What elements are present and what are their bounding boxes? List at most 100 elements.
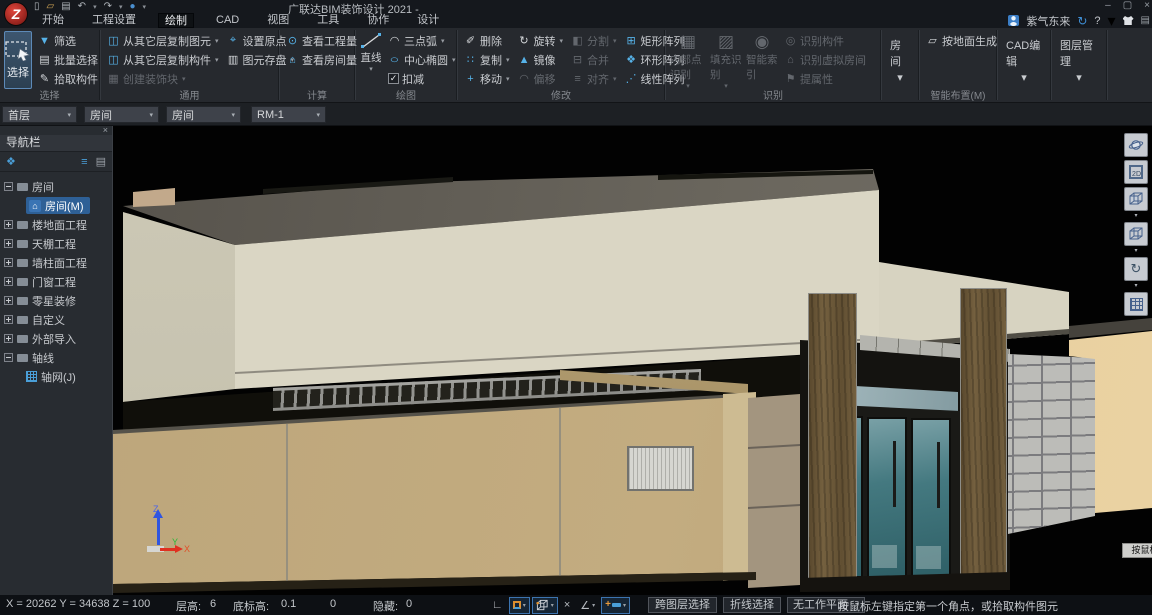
tab-start[interactable]: 开始 <box>36 13 70 28</box>
2d-view-button[interactable]: 2D <box>1124 160 1148 184</box>
three-point-arc-button[interactable]: ◠ 三点弧 ▾ <box>384 31 460 50</box>
expand-icon[interactable] <box>4 258 13 267</box>
tab-draw[interactable]: 绘制 <box>158 13 194 28</box>
center-ellipse-button[interactable]: ○ 中心椭圆 ▾ <box>384 50 460 69</box>
orbit-button[interactable] <box>1124 133 1148 157</box>
cad-edit-button[interactable]: CAD编辑 ▾ <box>1000 31 1048 89</box>
schedule-button[interactable] <box>1124 292 1148 316</box>
ortho-toggle[interactable]: ∟ <box>488 597 507 614</box>
fill-recognize-button[interactable]: ▨ 填充识别 ▾ <box>708 31 744 91</box>
extract-attribute-button[interactable]: ⚑ 提属性 <box>780 69 870 88</box>
collapse-icon[interactable] <box>4 182 13 191</box>
view-style-toggle[interactable]: ▾ <box>532 597 558 614</box>
panel-toggle-icon[interactable]: ▤ <box>1141 15 1150 26</box>
help-icon[interactable]: ? <box>1094 15 1100 27</box>
offset-button[interactable]: ◠ 偏移 <box>514 69 568 88</box>
line-tool-button[interactable]: 直线 ▾ <box>358 31 384 74</box>
tree-item-room-m[interactable]: ⌂ 房间(M) <box>0 196 112 215</box>
expand-icon[interactable] <box>4 277 13 286</box>
customize-toolbar-caret-icon[interactable]: ▾ <box>143 3 147 11</box>
pick-component-button[interactable]: ✎ 拾取构件 <box>34 69 102 88</box>
new-file-icon[interactable]: ▯ <box>34 1 40 13</box>
mirror-button[interactable]: ▲ 镜像 <box>514 50 568 69</box>
open-file-icon[interactable]: ▱ <box>47 1 55 13</box>
expand-icon[interactable] <box>4 315 13 324</box>
deduct-checkbox[interactable]: ✓ <box>388 73 399 84</box>
chevron-down-icon[interactable]: ▾ <box>1134 249 1137 254</box>
tree-item-axis-grid[interactable]: 轴网(J) <box>0 367 112 386</box>
element-selector[interactable]: RM-1 ▾ <box>251 106 326 123</box>
tab-collaborate[interactable]: 协作 <box>361 13 395 28</box>
user-avatar[interactable] <box>1008 15 1019 26</box>
polyline-select-button[interactable]: 折线选择 <box>723 597 781 613</box>
panel-view-icon[interactable]: ▤ <box>96 155 106 168</box>
select-tool-button[interactable]: 选择 <box>4 31 32 89</box>
filter-button[interactable]: ▼ 筛选 <box>34 31 102 50</box>
tree-item-misc-decoration[interactable]: 零星装修 <box>0 291 112 310</box>
tree-item-external-import[interactable]: 外部导入 <box>0 329 112 348</box>
floor-selector[interactable]: 首层 ▾ <box>2 106 77 123</box>
batch-select-button[interactable]: ▤ 批量选择 <box>34 50 102 69</box>
tree-item-room[interactable]: 房间 <box>0 177 112 196</box>
copy-button[interactable]: ∷ 复制 ▾ <box>460 50 514 69</box>
move-button[interactable]: + 移动 ▾ <box>460 69 514 88</box>
category-selector[interactable]: 房间 ▾ <box>84 106 159 123</box>
copy-components-from-layer-button[interactable]: ◫ 从其它层复制构件 ▾ <box>103 50 223 69</box>
recognize-component-button[interactable]: ◎ 识别构件 <box>780 31 870 50</box>
rotate-button[interactable]: ↻ 旋转 ▾ <box>514 31 568 50</box>
merge-button[interactable]: ⊟ 合并 <box>567 50 621 69</box>
tab-tools[interactable]: 工具 <box>311 13 345 28</box>
redo-icon[interactable]: ↷ <box>104 1 112 13</box>
generate-by-floor-button[interactable]: ▱ 按地面生成 <box>922 31 1001 50</box>
cloud-icon[interactable]: ● <box>129 1 135 13</box>
deduct-checkbox-row[interactable]: ✓ 扣减 <box>384 69 460 88</box>
type-selector[interactable]: 房间 ▾ <box>166 106 241 123</box>
viewport-3d[interactable]: Z Y X 2D ▾ <box>113 126 1152 595</box>
recognize-virtual-room-button[interactable]: ⌂ 识别虚拟房间 <box>780 50 870 69</box>
tab-design[interactable]: 设计 <box>411 13 445 28</box>
list-view-icon[interactable]: ≡ <box>81 156 87 168</box>
tab-project-settings[interactable]: 工程设置 <box>86 13 142 28</box>
chevron-down-icon[interactable]: ▾ <box>1134 214 1137 219</box>
tree-item-door-window-works[interactable]: 门窗工程 <box>0 272 112 291</box>
app-logo-icon[interactable]: Z <box>4 2 28 26</box>
chevron-down-icon[interactable]: ▾ <box>1134 284 1137 289</box>
expand-icon[interactable] <box>4 220 13 229</box>
selected-tree-item[interactable]: ⌂ 房间(M) <box>26 197 90 214</box>
angle-snap-toggle[interactable]: ∠ ▾ <box>576 597 599 614</box>
sync-icon[interactable]: ↻ <box>1077 14 1087 28</box>
cross-layer-select-button[interactable]: 跨图层选择 <box>648 597 717 613</box>
expand-icon[interactable] <box>4 334 13 343</box>
inner-point-recognize-button[interactable]: ▦ 内部点识别 ▾ <box>668 31 708 91</box>
align-button[interactable]: ≡ 对齐 ▾ <box>567 69 621 88</box>
smart-index-button[interactable]: ◉ 智能索引 <box>744 31 780 83</box>
expand-icon[interactable] <box>4 239 13 248</box>
close-button[interactable]: × <box>1144 0 1150 11</box>
selection-mode-toggle[interactable]: ▾ <box>509 597 530 614</box>
tree-item-floor-works[interactable]: 楼地面工程 <box>0 215 112 234</box>
expand-icon[interactable] <box>4 296 13 305</box>
undo-icon[interactable]: ↶ <box>78 1 86 13</box>
panel-close-icon[interactable]: × <box>103 126 108 135</box>
view-room-quantities-button[interactable]: ⌂ 查看房间量 <box>282 50 361 69</box>
copy-elements-from-layer-button[interactable]: ◫ 从其它层复制图元 ▾ <box>103 31 223 50</box>
redo-caret-icon[interactable]: ▾ <box>119 3 123 11</box>
tree-item-custom[interactable]: 自定义 <box>0 310 112 329</box>
rotate-view-button[interactable]: ↻ <box>1124 257 1148 281</box>
collapse-icon[interactable] <box>4 353 13 362</box>
create-deco-block-button[interactable]: ▦ 创建装饰块 ▾ <box>103 69 223 88</box>
delete-button[interactable]: ✐ 删除 <box>460 31 514 50</box>
theme-shirt-icon[interactable] <box>1123 16 1134 25</box>
polyline-track-toggle[interactable]: + ▾ <box>601 597 630 614</box>
room-dropdown-button[interactable]: 房间 ▾ <box>884 31 916 89</box>
tab-view[interactable]: 视图 <box>261 13 295 28</box>
box-view-button[interactable] <box>1124 222 1148 246</box>
undo-caret-icon[interactable]: ▾ <box>93 3 97 11</box>
username[interactable]: 紫气东来 <box>1026 13 1070 29</box>
snap-cross-toggle[interactable]: × <box>560 597 574 614</box>
tab-cad[interactable]: CAD <box>210 13 245 28</box>
maximize-button[interactable]: ▢ <box>1123 0 1132 11</box>
tree-item-ceiling-works[interactable]: 天棚工程 <box>0 234 112 253</box>
tree-item-axis[interactable]: 轴线 <box>0 348 112 367</box>
tree-item-wall-column-works[interactable]: 墙柱面工程 <box>0 253 112 272</box>
